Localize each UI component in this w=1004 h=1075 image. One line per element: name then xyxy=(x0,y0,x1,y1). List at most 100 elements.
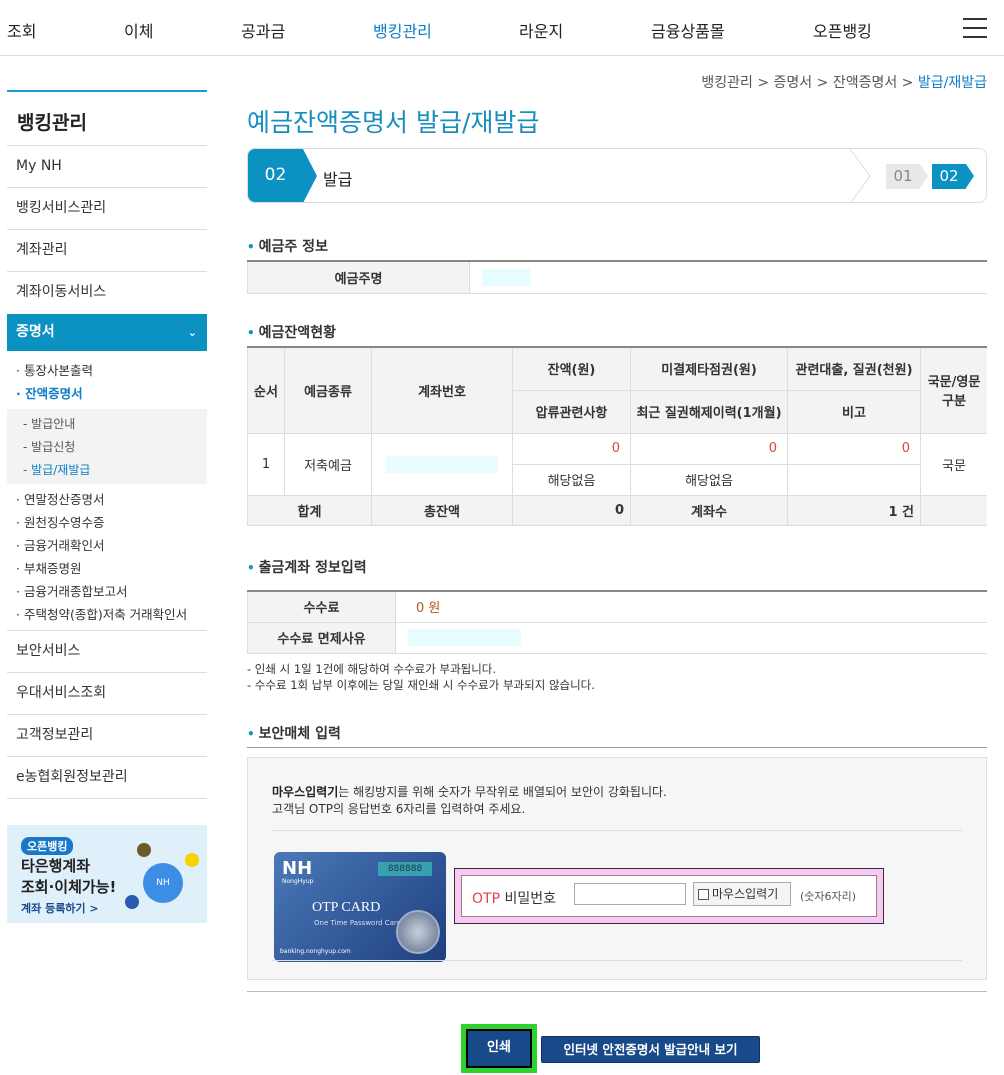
fee-label: 수수료 xyxy=(247,590,396,623)
otp-card-image: NH NongHyup 888888 OTP CARD One Time Pas… xyxy=(274,852,446,962)
balance-section-title: • 예금잔액현황 xyxy=(247,325,336,341)
nav-banking-management[interactable]: 뱅킹관리 xyxy=(373,18,432,42)
checkbox-icon[interactable] xyxy=(698,889,709,900)
submenu-passbook-copy[interactable]: · 통장사본출력 xyxy=(7,359,207,382)
col-pledge-history: 최근 질권해제이력(1개월) xyxy=(630,389,788,434)
step-2-badge: 02 xyxy=(932,164,966,189)
depositor-section-title: • 예금주 정보 xyxy=(247,239,328,255)
fee-notes: - 인쇄 시 1일 1건에 해당하여 수수료가 부과됩니다. - 수수료 1회 … xyxy=(247,662,595,692)
bank-logo-icon xyxy=(125,895,139,909)
submenu-withholding[interactable]: · 원천징수영수증 xyxy=(7,511,207,534)
sidebar-item-banking-service[interactable]: 뱅킹서비스관리 xyxy=(7,188,207,230)
total-row: 합계 총잔액 0 계좌수 1 건 xyxy=(247,494,987,526)
step-arrow-icon xyxy=(920,164,928,188)
nh-logo-icon: NH xyxy=(143,863,183,903)
account-count-value: 1 건 xyxy=(787,494,921,526)
nav-utility[interactable]: 공과금 xyxy=(241,18,285,42)
sidebar-item-member-info[interactable]: e농협회원정보관리 xyxy=(7,757,207,799)
print-button-highlight: 인쇄 xyxy=(461,1024,537,1073)
nav-open-banking[interactable]: 오픈뱅킹 xyxy=(813,18,872,42)
bank-logo-icon xyxy=(137,843,151,857)
cell-seizure: 해당없음 xyxy=(512,463,631,496)
banner-line1: 타은행계좌 xyxy=(21,857,91,875)
sidebar-item-label: 증명서 xyxy=(16,324,55,340)
menu-icon[interactable] xyxy=(963,18,987,38)
cell-uncleared: 0 xyxy=(630,432,788,465)
cell-balance: 0 xyxy=(512,432,631,465)
nav-financial-mall[interactable]: 금융상품몰 xyxy=(651,18,725,42)
mouse-input-toggle[interactable]: 마우스입력기 xyxy=(693,882,791,906)
cell-seq: 1 xyxy=(247,432,285,496)
security-media-box: 마우스입력기는 해킹방지를 위해 숫자가 무작위로 배열되어 보안이 강화됩니다… xyxy=(247,757,987,980)
lock-icon xyxy=(396,910,440,954)
col-account-number: 계좌번호 xyxy=(371,346,513,434)
security-section-title: • 보안매체 입력 xyxy=(247,726,341,742)
certificate-guide-button[interactable]: 인터넷 안전증명서 발급안내 보기 xyxy=(541,1036,760,1063)
col-seizure: 압류관련사항 xyxy=(512,389,631,434)
fee-value: 0 원 xyxy=(395,590,987,623)
banner-tag: 오픈뱅킹 xyxy=(21,837,74,855)
sidebar-item-customer-info[interactable]: 고객정보관리 xyxy=(7,715,207,757)
fee-exempt-label: 수수료 면제사유 xyxy=(247,621,396,654)
sidebar-item-account-transfer[interactable]: 계좌이동서비스 xyxy=(7,272,207,314)
col-loan: 관련대출, 질권(천원) xyxy=(787,346,921,391)
otp-password-label: OTP 비밀번호 xyxy=(472,891,556,907)
banner-line2: 조회·이체가능! xyxy=(21,878,117,896)
chevron-down-icon: ⌄ xyxy=(187,326,197,339)
cell-account-number xyxy=(371,432,513,496)
sidebar-item-certificate[interactable]: 증명서 ⌄ xyxy=(7,314,207,351)
col-balance: 잔액(원) xyxy=(512,346,631,391)
depositor-name-value xyxy=(469,260,987,294)
cell-remark xyxy=(787,463,921,496)
submenu-debt-certificate[interactable]: · 부채증명원 xyxy=(7,557,207,580)
nav-lounge[interactable]: 라운지 xyxy=(519,18,563,42)
sidebar-item-security[interactable]: 보안서비스 xyxy=(7,631,207,673)
submenu-housing-savings[interactable]: · 주택청약(종합)저축 거래확인서 xyxy=(7,603,207,626)
page-title: 예금잔액증명서 발급/재발급 xyxy=(247,108,540,137)
current-step-label: 발급 xyxy=(323,170,353,189)
cell-pledge: 해당없음 xyxy=(630,463,788,496)
fee-exempt-value xyxy=(395,621,987,654)
submenu-transaction-report[interactable]: · 금융거래종합보고서 xyxy=(7,580,207,603)
otp-screen: 888888 xyxy=(378,862,432,876)
withdrawal-section-title: • 출금계좌 정보입력 xyxy=(247,560,367,576)
depositor-name-label: 예금주명 xyxy=(247,260,470,294)
breadcrumb: 뱅킹관리 > 증명서 > 잔액증명서 > 발급/재발급 xyxy=(701,75,987,91)
depositor-table: 예금주명 xyxy=(247,260,987,294)
withdrawal-table: 수수료 0 원 수수료 면제사유 xyxy=(247,590,987,654)
bank-logo-icon xyxy=(185,853,199,867)
col-seq: 순서 xyxy=(247,346,285,434)
nh-logo-icon: NH xyxy=(282,858,313,879)
nav-inquiry[interactable]: 조회 xyxy=(7,18,36,42)
nav-transfer[interactable]: 이체 xyxy=(124,18,153,42)
submenu-issue-guide[interactable]: - 발급안내 xyxy=(7,413,207,436)
otp-password-input[interactable] xyxy=(574,883,686,905)
banner-register-link[interactable]: 계좌 등록하기 > xyxy=(21,900,99,916)
col-deposit-type: 예금종류 xyxy=(284,346,372,434)
submenu-transaction-confirm[interactable]: · 금융거래확인서 xyxy=(7,534,207,557)
total-balance-value: 0 xyxy=(512,494,631,526)
submenu-balance-certificate[interactable]: · 잔액증명서 xyxy=(7,382,207,405)
sidebar-item-preferential[interactable]: 우대서비스조회 xyxy=(7,673,207,715)
security-description: 마우스입력기는 해킹방지를 위해 숫자가 무작위로 배열되어 보안이 강화됩니다… xyxy=(272,785,667,816)
balance-table: 순서 예금종류 계좌번호 잔액(원) 미결제타점권(원) 관련대출, 질권(천원… xyxy=(247,346,987,526)
col-language: 국문/영문 구분 xyxy=(920,346,987,434)
col-remark: 비고 xyxy=(787,389,921,434)
total-empty-cell xyxy=(920,494,987,526)
cell-language: 국문 xyxy=(920,432,987,496)
otp-hint: (숫자6자리) xyxy=(800,890,857,903)
top-navigation: 조회 이체 공과금 뱅킹관리 라운지 금융상품몰 오픈뱅킹 xyxy=(0,0,1004,56)
cell-deposit-type: 저축예금 xyxy=(284,432,372,496)
sidebar: 뱅킹관리 My NH 뱅킹서비스관리 계좌관리 계좌이동서비스 증명서 ⌄ · … xyxy=(7,90,207,923)
step-1-badge: 01 xyxy=(886,164,920,189)
sidebar-item-my-nh[interactable]: My NH xyxy=(7,146,207,188)
total-balance-label: 총잔액 xyxy=(371,494,513,526)
submenu-issue-request[interactable]: - 발급신청 xyxy=(7,436,207,459)
print-button[interactable]: 인쇄 xyxy=(466,1029,532,1068)
submenu-issue-reissue[interactable]: - 발급/재발급 xyxy=(7,459,207,482)
step-indicator: 02 발급 01 02 xyxy=(247,148,987,203)
submenu-year-end[interactable]: · 연말정산증명서 xyxy=(7,488,207,511)
open-banking-banner[interactable]: 오픈뱅킹 타은행계좌 조회·이체가능! 계좌 등록하기 > NH xyxy=(7,825,207,923)
cell-loan: 0 xyxy=(787,432,921,465)
sidebar-item-account[interactable]: 계좌관리 xyxy=(7,230,207,272)
